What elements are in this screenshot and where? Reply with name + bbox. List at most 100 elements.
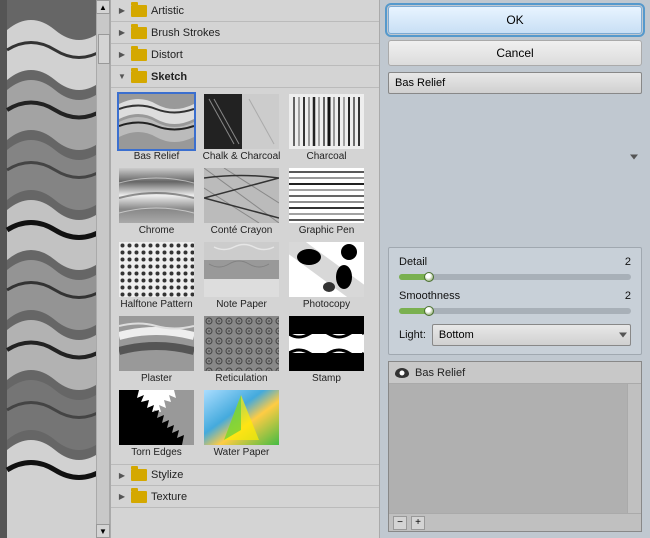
cancel-button[interactable]: Cancel — [388, 40, 642, 66]
sidebar-item-texture[interactable]: ▶ Texture — [111, 486, 379, 508]
detail-slider-track[interactable] — [399, 274, 631, 280]
thumb-graphic-pen — [289, 168, 364, 223]
filter-name-chalk: Chalk & Charcoal — [203, 151, 281, 162]
smoothness-row: Smoothness 2 — [399, 290, 631, 302]
group-brush-label: Brush Strokes — [151, 27, 220, 39]
filter-item-reticulation[interactable]: Reticulation — [200, 314, 283, 386]
thumb-reticulation — [204, 316, 279, 371]
folder-distort-icon — [131, 49, 147, 61]
folder-artistic-icon — [131, 5, 147, 17]
light-row: Light: Bottom Top Top Left Top Right Lef… — [399, 324, 631, 346]
thumb-conte — [204, 168, 279, 223]
detail-slider-thumb[interactable] — [424, 272, 434, 282]
filter-name-plaster: Plaster — [141, 373, 172, 384]
detail-row: Detail 2 — [399, 256, 631, 268]
filter-item-water-paper[interactable]: Water Paper — [200, 388, 283, 460]
filter-dropdown-wrapper: Bas Relief — [388, 72, 642, 241]
sidebar-item-stylize[interactable]: ▶ Stylize — [111, 464, 379, 486]
thumb-bas-relief — [119, 94, 194, 149]
filter-item-photocopy[interactable]: Photocopy — [285, 240, 368, 312]
filter-item-plaster[interactable]: Plaster — [115, 314, 198, 386]
sidebar-item-sketch[interactable]: ▼ Sketch — [111, 66, 379, 88]
filter-name-photocopy: Photocopy — [303, 299, 350, 310]
preview-scrollbar[interactable]: ▲ ▼ — [96, 0, 110, 538]
folder-sketch-icon — [131, 71, 147, 83]
controls-section: Detail 2 Smoothness 2 Light: Botto — [388, 247, 642, 355]
preview-canvas — [0, 0, 110, 538]
scroll-thumb[interactable] — [98, 34, 110, 64]
filter-select[interactable]: Bas Relief — [388, 72, 642, 94]
smoothness-slider-thumb[interactable] — [424, 306, 434, 316]
folder-stylize-icon — [131, 469, 147, 481]
layer-preview-canvas — [389, 384, 641, 513]
scroll-track — [96, 14, 110, 524]
scroll-down-arrow[interactable]: ▼ — [96, 524, 110, 538]
group-sketch-label: Sketch — [151, 71, 187, 83]
light-dropdown-wrapper: Bottom Top Top Left Top Right Left Right… — [432, 324, 631, 346]
filter-name-chrome: Chrome — [139, 225, 175, 236]
layer-preview-toolbar: − + — [389, 513, 641, 531]
smoothness-slider-track[interactable] — [399, 308, 631, 314]
sketch-group: ▼ Sketch Bas Relie — [111, 66, 379, 464]
filter-name-halftone: Halftone Pattern — [120, 299, 192, 310]
folder-texture-icon — [131, 491, 147, 503]
thumb-stamp — [289, 316, 364, 371]
detail-slider-row — [399, 274, 631, 280]
zoom-in-button[interactable]: + — [411, 516, 425, 530]
thumb-plaster — [119, 316, 194, 371]
filter-item-halftone[interactable]: Halftone Pattern — [115, 240, 198, 312]
filter-name-note-paper: Note Paper — [216, 299, 267, 310]
filter-item-charcoal[interactable]: Charcoal — [285, 92, 368, 164]
zoom-in-icon: + — [415, 517, 421, 528]
detail-label: Detail — [399, 256, 611, 268]
filter-item-torn-edges[interactable]: Torn Edges — [115, 388, 198, 460]
smoothness-label: Smoothness — [399, 290, 611, 302]
thumb-chrome — [119, 168, 194, 223]
thumb-water-paper — [204, 390, 279, 445]
filter-name-stamp: Stamp — [312, 373, 341, 384]
smoothness-value: 2 — [611, 290, 631, 302]
layer-preview: Bas Relief − + — [388, 361, 642, 532]
filter-name-bas-relief: Bas Relief — [134, 151, 180, 162]
filter-name-reticulation: Reticulation — [215, 373, 267, 384]
thumb-torn-edges — [119, 390, 194, 445]
ok-button[interactable]: OK — [388, 6, 642, 34]
layer-preview-scrollbar[interactable] — [627, 384, 641, 513]
arrow-brush-icon: ▶ — [117, 28, 127, 38]
thumb-photocopy — [289, 242, 364, 297]
sidebar-item-brush-strokes[interactable]: ▶ Brush Strokes — [111, 22, 379, 44]
zoom-out-button[interactable]: − — [393, 516, 407, 530]
arrow-texture-icon: ▶ — [117, 492, 127, 502]
filter-name-water-paper: Water Paper — [214, 447, 270, 458]
preview-panel: ▲ ▼ — [0, 0, 110, 538]
filter-name-conte: Conté Crayon — [211, 225, 273, 236]
filter-dropdown-arrow-icon — [630, 154, 638, 159]
filter-name-torn-edges: Torn Edges — [131, 447, 182, 458]
thumb-chalk — [204, 94, 279, 149]
eye-icon[interactable] — [395, 368, 409, 378]
sidebar-item-distort[interactable]: ▶ Distort — [111, 44, 379, 66]
filter-item-stamp[interactable]: Stamp — [285, 314, 368, 386]
right-panel: OK Cancel Bas Relief Detail 2 Smoothness… — [380, 0, 650, 538]
filter-item-conte[interactable]: Conté Crayon — [200, 166, 283, 238]
arrow-distort-icon: ▶ — [117, 50, 127, 60]
thumb-note-paper — [204, 242, 279, 297]
thumb-halftone — [119, 242, 194, 297]
filter-item-chalk[interactable]: Chalk & Charcoal — [200, 92, 283, 164]
zoom-out-icon: − — [397, 517, 403, 528]
group-texture-label: Texture — [151, 491, 187, 503]
filter-item-bas-relief[interactable]: Bas Relief — [115, 92, 198, 164]
sidebar-item-artistic[interactable]: ▶ Artistic — [111, 0, 379, 22]
arrow-artistic-icon: ▶ — [117, 6, 127, 16]
filter-item-note-paper[interactable]: Note Paper — [200, 240, 283, 312]
detail-value: 2 — [611, 256, 631, 268]
filter-item-graphic-pen[interactable]: Graphic Pen — [285, 166, 368, 238]
filter-name-graphic-pen: Graphic Pen — [299, 225, 355, 236]
light-select[interactable]: Bottom Top Top Left Top Right Left Right… — [432, 324, 631, 346]
group-distort-label: Distort — [151, 49, 183, 61]
filter-list: ▶ Artistic ▶ Brush Strokes ▶ Distort ▼ S… — [111, 0, 379, 538]
layer-preview-header: Bas Relief — [389, 362, 641, 384]
filter-item-chrome[interactable]: Chrome — [115, 166, 198, 238]
scroll-up-arrow[interactable]: ▲ — [96, 0, 110, 14]
thumb-charcoal — [289, 94, 364, 149]
